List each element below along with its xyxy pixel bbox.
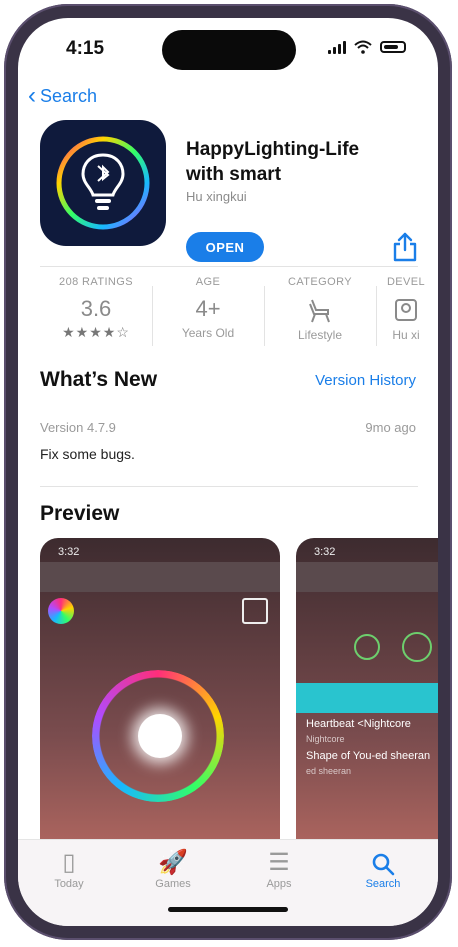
- category-sub: Lifestyle: [297, 328, 343, 342]
- shot-toolbar: [296, 562, 438, 592]
- release-notes: Fix some bugs.: [40, 446, 135, 462]
- rocket-icon: 🚀: [158, 849, 188, 876]
- battery-icon: [380, 41, 406, 53]
- preview-carousel[interactable]: 3:32 3:32 Heartbeat <Nightcore Nightcore…: [40, 538, 438, 868]
- tab-label: Search: [365, 878, 401, 890]
- back-button[interactable]: ‹ Search: [28, 84, 97, 108]
- category-label: CATEGORY: [288, 276, 352, 288]
- play-icon: [402, 632, 432, 662]
- tab-label: Games: [155, 878, 191, 890]
- app-title: HappyLighting-Life with smart: [186, 138, 406, 187]
- version-text: Version 4.7.9: [40, 420, 116, 435]
- app-title-line2: with smart: [186, 163, 282, 185]
- image-icon: [242, 598, 268, 624]
- ratings-label: 208 RATINGS: [59, 276, 133, 288]
- tab-apps[interactable]: ☰ Apps: [244, 848, 314, 890]
- back-label: Search: [40, 85, 98, 106]
- shot-time: 3:32: [314, 546, 336, 558]
- developer-sub: Hu xi: [392, 328, 420, 342]
- shot-toolbar: [40, 562, 280, 592]
- star-rating: ★★★★☆: [62, 324, 130, 340]
- version-age: 9mo ago: [365, 420, 416, 435]
- age-sub: Years Old: [181, 326, 235, 340]
- status-time: 4:15: [66, 38, 105, 59]
- preview-screenshot-2[interactable]: 3:32 Heartbeat <Nightcore Nightcore Shap…: [296, 538, 438, 868]
- age-value: 4+: [195, 296, 221, 321]
- volume-icon: [354, 634, 380, 660]
- lightbulb-icon: [56, 136, 150, 230]
- version-history-link[interactable]: Version History: [315, 372, 416, 389]
- today-icon: ▯: [62, 849, 76, 876]
- tab-today[interactable]: ▯ Today: [34, 848, 104, 890]
- now-playing-bar: [296, 683, 438, 713]
- screen: 4:15 ‹ Search HappyLighting-Life with sm…: [18, 18, 438, 926]
- preview-screenshot-1[interactable]: 3:32: [40, 538, 280, 868]
- color-wheel-icon: [48, 598, 74, 624]
- tab-label: Today: [54, 878, 84, 890]
- status-bar: 4:15: [18, 18, 438, 78]
- song-artist: ed sheeran: [306, 766, 352, 776]
- song-title: Heartbeat <Nightcore: [306, 718, 411, 730]
- ratings-summary[interactable]: 208 RATINGS 3.6 ★★★★☆: [40, 276, 152, 366]
- tab-bar: ▯ Today 🚀 Games ☰ Apps Search: [18, 839, 438, 926]
- home-indicator[interactable]: [168, 907, 288, 912]
- developer-summary[interactable]: DEVEL Hu xi: [376, 276, 436, 366]
- category-summary[interactable]: CATEGORY Lifestyle: [264, 276, 376, 366]
- person-icon: [376, 296, 436, 324]
- age-summary[interactable]: AGE 4+ Years Old: [152, 276, 264, 366]
- divider: [40, 266, 418, 267]
- lifestyle-icon: [264, 296, 376, 324]
- signal-icon: [328, 40, 346, 54]
- app-icon[interactable]: [40, 120, 166, 246]
- chevron-left-icon: ‹: [28, 82, 36, 109]
- ratings-value: 3.6: [80, 296, 112, 321]
- tab-games[interactable]: 🚀 Games: [138, 848, 208, 890]
- app-header: HappyLighting-Life with smart Hu xingkui…: [40, 120, 418, 262]
- stack-icon: ☰: [268, 849, 290, 876]
- whats-new-title: What’s New: [40, 368, 158, 391]
- light-glow: [138, 714, 182, 758]
- tab-search[interactable]: Search: [348, 848, 418, 890]
- wifi-icon: [354, 40, 372, 54]
- share-icon[interactable]: [392, 232, 418, 262]
- status-icons: [328, 40, 406, 54]
- developer-label: DEVEL: [386, 276, 426, 288]
- app-title-line1: HappyLighting-Life: [186, 139, 360, 160]
- app-developer[interactable]: Hu xingkui: [186, 189, 247, 204]
- song-artist: Nightcore: [306, 734, 345, 744]
- shot-time: 3:32: [58, 546, 80, 558]
- divider: [40, 486, 418, 487]
- age-label: AGE: [195, 276, 221, 288]
- dynamic-island: [162, 30, 296, 70]
- tab-label: Apps: [266, 878, 292, 890]
- song-title: Shape of You-ed sheeran: [306, 750, 431, 762]
- preview-title: Preview: [40, 502, 120, 525]
- open-button[interactable]: OPEN: [186, 232, 264, 262]
- search-icon: [348, 848, 418, 878]
- info-row[interactable]: 208 RATINGS 3.6 ★★★★☆ AGE 4+ Years Old C…: [40, 276, 438, 366]
